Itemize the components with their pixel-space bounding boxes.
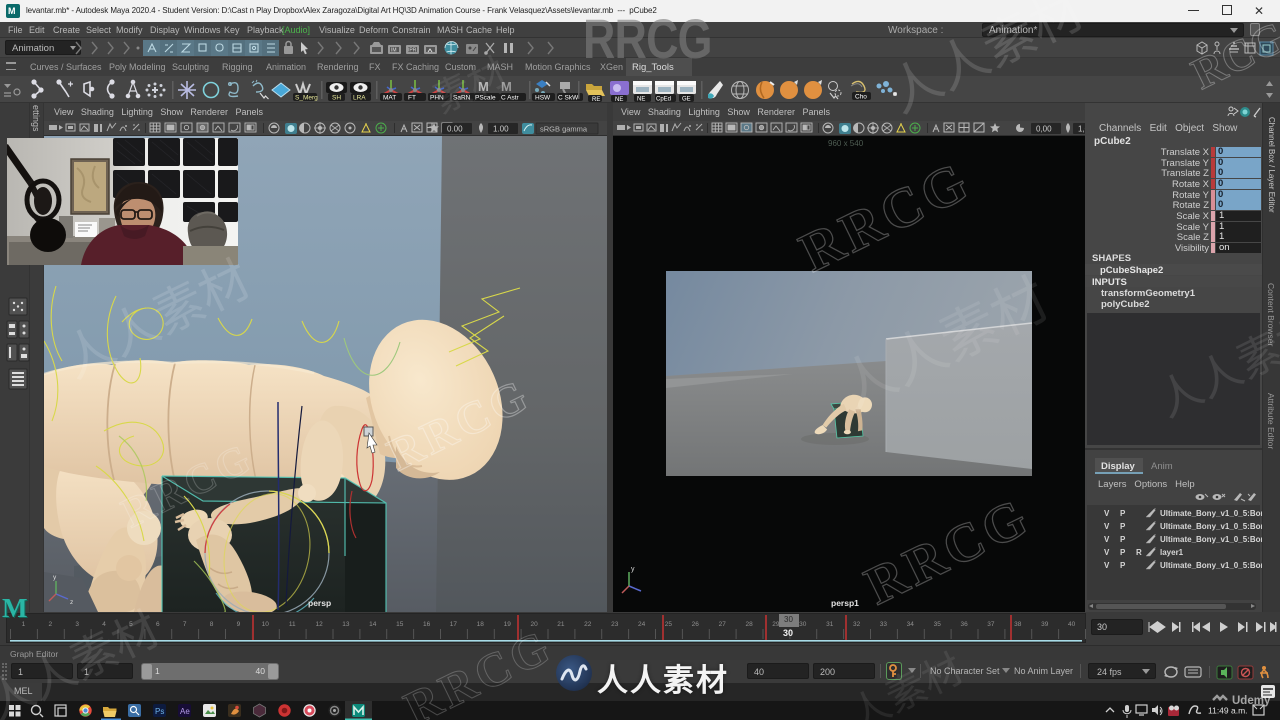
svg-text:1,0: 1,0 [1078, 125, 1085, 134]
svg-text:37: 37 [987, 621, 995, 628]
svg-text:3: 3 [75, 621, 79, 628]
svg-text:GE: GE [682, 97, 691, 103]
svg-text:C SkW: C SkW [558, 95, 579, 102]
svg-text:38: 38 [1014, 621, 1022, 628]
svg-text:Ae: Ae [180, 707, 190, 716]
svg-text:11: 11 [289, 621, 296, 628]
svg-text:27: 27 [719, 621, 727, 628]
svg-text:6: 6 [156, 621, 160, 628]
svg-text:5: 5 [129, 621, 133, 628]
svg-text:M: M [478, 79, 489, 94]
svg-text:11:49 a.m.: 11:49 a.m. [1208, 706, 1248, 716]
svg-text:y: y [631, 566, 635, 573]
svg-text:z: z [70, 599, 73, 606]
svg-text:18: 18 [477, 621, 485, 628]
svg-text:0,00: 0,00 [1036, 125, 1052, 134]
svg-text:40: 40 [1068, 621, 1076, 628]
svg-text:PHN: PHN [430, 95, 444, 102]
svg-text:10: 10 [262, 621, 270, 628]
svg-text:MAT: MAT [383, 95, 396, 102]
svg-text:sRGB gamma: sRGB gamma [540, 125, 588, 134]
svg-text:35: 35 [934, 621, 942, 628]
svg-text:28: 28 [745, 621, 753, 628]
svg-text:SaRN: SaRN [453, 95, 471, 102]
svg-text:9: 9 [237, 621, 241, 628]
svg-text:14: 14 [369, 621, 377, 628]
svg-text:22: 22 [584, 621, 592, 628]
svg-text:31: 31 [826, 621, 834, 628]
svg-text:20: 20 [530, 621, 538, 628]
svg-text:0.00: 0.00 [447, 125, 463, 134]
svg-text:CpEd: CpEd [656, 97, 671, 103]
svg-text:7: 7 [183, 621, 187, 628]
svg-text:39: 39 [1041, 621, 1049, 628]
svg-text:IM: IM [391, 48, 397, 54]
svg-text:IPR: IPR [408, 48, 417, 54]
svg-text:M: M [501, 79, 512, 94]
svg-text:HSW: HSW [535, 95, 551, 102]
svg-text:21: 21 [557, 621, 565, 628]
svg-text:960 x 540: 960 x 540 [828, 139, 864, 148]
svg-text:36: 36 [960, 621, 968, 628]
svg-text:34: 34 [907, 621, 915, 628]
svg-text:25: 25 [665, 621, 673, 628]
svg-text:1.00: 1.00 [493, 125, 509, 134]
svg-text:FT: FT [408, 95, 416, 102]
svg-text:SH: SH [332, 95, 341, 102]
svg-text:24: 24 [638, 621, 646, 628]
svg-text:8: 8 [210, 621, 214, 628]
svg-text:26: 26 [692, 621, 700, 628]
svg-text:PScale: PScale [475, 95, 496, 102]
svg-text:persp: persp [308, 598, 331, 608]
svg-text:16: 16 [423, 621, 431, 628]
svg-text:23: 23 [611, 621, 619, 628]
svg-text:persp1: persp1 [831, 598, 859, 608]
svg-text:19: 19 [504, 621, 512, 628]
svg-text:4: 4 [102, 621, 106, 628]
svg-text:LRA: LRA [353, 95, 366, 102]
svg-text:12: 12 [315, 621, 323, 628]
svg-text:15: 15 [396, 621, 404, 628]
svg-text:33: 33 [880, 621, 888, 628]
svg-text:Cho: Cho [855, 94, 867, 101]
svg-text:30: 30 [799, 621, 807, 628]
svg-text:13: 13 [342, 621, 350, 628]
svg-text:S_Merg: S_Merg [295, 95, 318, 102]
svg-text:NE: NE [637, 97, 645, 103]
svg-text:32: 32 [853, 621, 861, 628]
svg-text:2: 2 [48, 621, 52, 628]
svg-text:Ps: Ps [155, 707, 164, 716]
svg-text:C Astr: C Astr [501, 95, 520, 102]
svg-text:17: 17 [450, 621, 458, 628]
